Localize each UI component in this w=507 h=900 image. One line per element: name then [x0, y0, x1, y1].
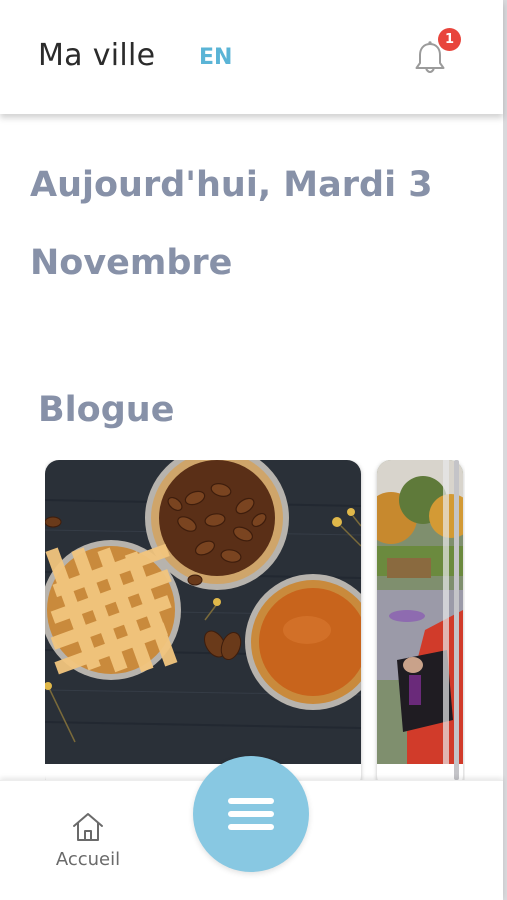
hamburger-menu-icon [228, 798, 274, 830]
blog-section-title: Blogue [38, 390, 175, 430]
nav-home-label: Accueil [55, 849, 121, 870]
screen-edge [503, 0, 507, 900]
nav-home-button[interactable]: Accueil [50, 809, 126, 873]
notification-badge: 1 [438, 28, 461, 51]
blog-card[interactable] [45, 460, 361, 790]
pies-photo [45, 460, 361, 764]
blog-card[interactable] [377, 460, 463, 790]
app-screen: Ma ville EN 1 Aujourd'hui, Mardi 3 Novem… [0, 0, 507, 900]
notifications-button[interactable]: 1 [410, 28, 461, 82]
app-title: Ma ville [38, 38, 156, 73]
blog-carousel[interactable] [45, 460, 465, 790]
menu-button[interactable] [193, 756, 309, 872]
halloween-photo [377, 460, 463, 764]
app-header: Ma ville EN 1 [0, 0, 503, 114]
date-heading: Aujourd'hui, Mardi 3 Novembre [30, 165, 433, 283]
language-toggle[interactable]: EN [199, 45, 232, 70]
carousel-scrollbar[interactable] [454, 460, 459, 780]
home-icon [73, 813, 103, 841]
